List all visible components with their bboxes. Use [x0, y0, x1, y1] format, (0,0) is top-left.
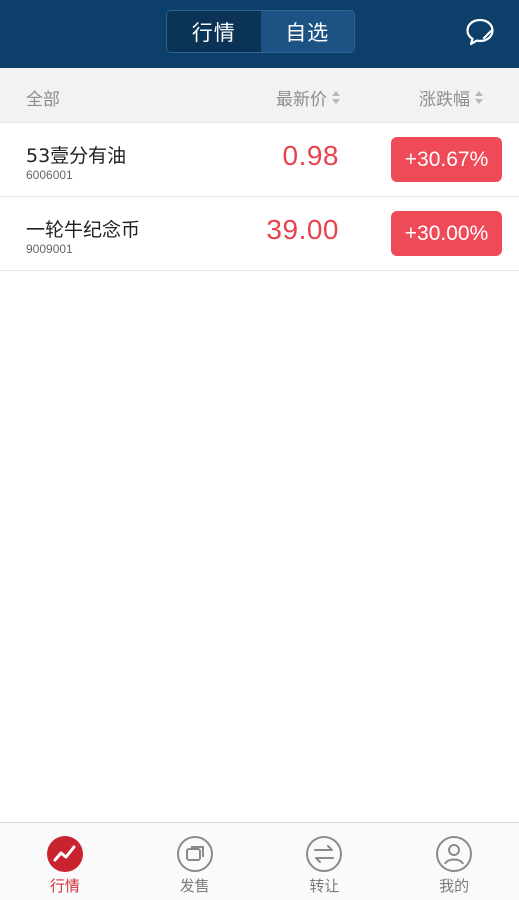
change-header-label: 涨跌幅	[419, 90, 470, 110]
item-name: 53壹分有油	[26, 145, 127, 167]
nav-market[interactable]: 行情	[0, 823, 130, 900]
nav-profile[interactable]: 我的	[389, 823, 519, 900]
list-item[interactable]: 53壹分有油 6006001 0.98 +30.67%	[0, 123, 519, 197]
item-price: 0.98	[282, 140, 339, 171]
sort-icon	[331, 90, 341, 105]
profile-icon	[436, 836, 473, 872]
list-header: 全部 最新价 涨跌幅	[0, 68, 519, 123]
market-trend-icon	[46, 836, 83, 872]
bottom-nav: 行情 发售 转让 我的	[0, 822, 519, 900]
sort-price-button[interactable]: 最新价	[276, 85, 341, 110]
nav-transfer[interactable]: 转让	[260, 823, 390, 900]
sale-icon	[176, 836, 213, 872]
nav-label: 转让	[309, 877, 340, 895]
price-header-label: 最新价	[276, 90, 327, 110]
sort-change-button[interactable]: 涨跌幅	[419, 85, 484, 110]
change-badge: +30.00%	[391, 211, 502, 256]
transfer-icon	[306, 836, 343, 872]
item-name: 一轮牛纪念币	[26, 219, 141, 241]
filter-all[interactable]: 全部	[26, 85, 60, 110]
sort-icon	[474, 90, 484, 105]
list-item[interactable]: 一轮牛纪念币 9009001 39.00 +30.00%	[0, 197, 519, 271]
top-bar: 行情 自选	[0, 0, 519, 68]
tab-watchlist[interactable]: 自选	[260, 11, 354, 52]
item-code: 9009001	[26, 242, 73, 256]
item-price: 39.00	[266, 214, 339, 245]
nav-label: 我的	[439, 877, 470, 895]
nav-sale[interactable]: 发售	[130, 823, 260, 900]
chat-bubble-icon	[466, 18, 494, 46]
nav-label: 发售	[179, 877, 210, 895]
nav-label: 行情	[49, 877, 80, 895]
change-badge: +30.67%	[391, 137, 502, 182]
message-button[interactable]	[462, 14, 498, 50]
segment-control: 行情 自选	[166, 10, 355, 53]
item-code: 6006001	[26, 168, 73, 182]
tab-market[interactable]: 行情	[167, 11, 261, 52]
